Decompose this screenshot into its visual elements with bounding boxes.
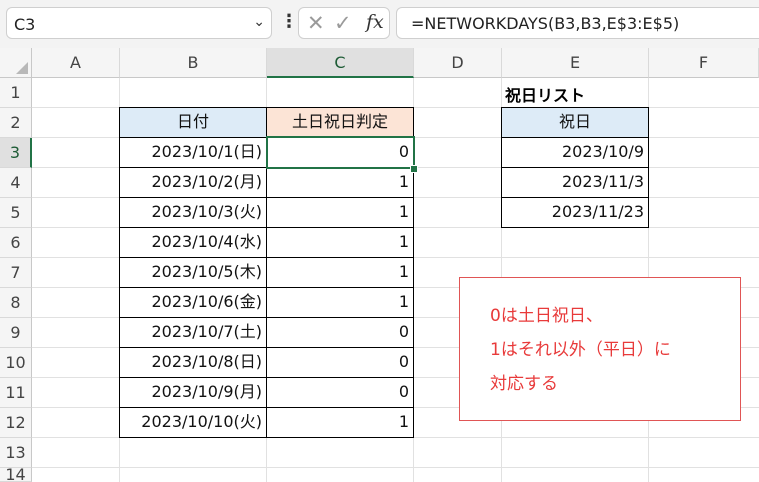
cell-c4[interactable]: 1 [266, 167, 414, 198]
chevron-down-icon[interactable]: ⌄ [253, 14, 265, 30]
cell-c10[interactable]: 0 [266, 347, 414, 378]
column-header-b[interactable]: B [120, 48, 267, 78]
formula-input[interactable]: =NETWORKDAYS(B3,B3,E$3:E$5) [396, 7, 759, 39]
cell-b12[interactable]: 2023/10/10(火) [119, 407, 267, 438]
cell-b9[interactable]: 2023/10/7(土) [119, 317, 267, 348]
cell-c7[interactable]: 1 [266, 257, 414, 288]
callout-line-1: 0は土日祝日、 [490, 306, 603, 326]
gridline [32, 467, 759, 468]
column-header-c[interactable]: C [267, 48, 414, 78]
column-header-f[interactable]: F [649, 48, 759, 78]
row-header-9[interactable]: 9 [0, 318, 32, 348]
formula-bar: C3 ⌄ ⋮ ✕ ✓ fx =NETWORKDAYS(B3,B3,E$3:E$5… [0, 0, 759, 48]
cell-b8[interactable]: 2023/10/6(金) [119, 287, 267, 318]
callout-line-2: 1はそれ以外（平日）に [490, 340, 671, 360]
cell-c6[interactable]: 1 [266, 227, 414, 258]
cell-e4[interactable]: 2023/11/3 [501, 167, 649, 198]
column-header-d[interactable]: D [414, 48, 502, 78]
row-header-1[interactable]: 1 [0, 78, 32, 108]
cell-c12[interactable]: 1 [266, 407, 414, 438]
name-box[interactable]: C3 ⌄ [6, 7, 272, 39]
row-header-11[interactable]: 11 [0, 378, 32, 408]
cell-c2-header-judge[interactable]: 土日祝日判定 [266, 107, 414, 138]
cell-b11[interactable]: 2023/10/9(月) [119, 377, 267, 408]
select-all-button[interactable] [0, 48, 32, 78]
cell-e2-header-holiday[interactable]: 祝日 [501, 107, 649, 138]
cell-b5[interactable]: 2023/10/3(火) [119, 197, 267, 228]
row-header-2[interactable]: 2 [0, 108, 32, 138]
row-header-14[interactable]: 14 [0, 468, 32, 482]
row-header-6[interactable]: 6 [0, 228, 32, 258]
cell-b10[interactable]: 2023/10/8(日) [119, 347, 267, 378]
cell-e5[interactable]: 2023/11/23 [501, 197, 649, 228]
cell-b7[interactable]: 2023/10/5(木) [119, 257, 267, 288]
fill-handle[interactable] [410, 165, 418, 173]
cell-b6[interactable]: 2023/10/4(水) [119, 227, 267, 258]
formula-text: =NETWORKDAYS(B3,B3,E$3:E$5) [411, 14, 680, 33]
cell-e3[interactable]: 2023/10/9 [501, 137, 649, 168]
row-header-10[interactable]: 10 [0, 348, 32, 378]
more-options-icon[interactable]: ⋮ [280, 11, 298, 32]
cell-b4[interactable]: 2023/10/2(月) [119, 167, 267, 198]
cell-c5[interactable]: 1 [266, 197, 414, 228]
insert-function-icon[interactable]: fx [366, 11, 384, 33]
select-all-icon [16, 62, 28, 74]
cell-c9[interactable]: 0 [266, 317, 414, 348]
cell-b3[interactable]: 2023/10/1(日) [119, 137, 267, 168]
row-header-7[interactable]: 7 [0, 258, 32, 288]
spreadsheet-grid: A B C D E F 1 2 3 4 5 6 7 8 9 10 11 12 1… [0, 48, 759, 482]
holiday-list-title: 祝日リスト [505, 86, 586, 105]
cell-c8[interactable]: 1 [266, 287, 414, 318]
name-box-value: C3 [14, 15, 36, 34]
formula-buttons: ✕ ✓ fx [298, 7, 390, 39]
cell-c11[interactable]: 0 [266, 377, 414, 408]
row-header-5[interactable]: 5 [0, 198, 32, 228]
enter-check-icon[interactable]: ✓ [334, 11, 352, 35]
callout-line-3: 対応する [490, 374, 558, 394]
column-header-e[interactable]: E [502, 48, 649, 78]
cell-b2-header-date[interactable]: 日付 [119, 107, 267, 138]
row-header-13[interactable]: 13 [0, 438, 32, 468]
row-header-3[interactable]: 3 [0, 138, 32, 168]
callout-textbox[interactable]: 0は土日祝日、 1はそれ以外（平日）に 対応する [459, 277, 741, 421]
cancel-icon[interactable]: ✕ [307, 11, 325, 35]
row-header-8[interactable]: 8 [0, 288, 32, 318]
column-header-a[interactable]: A [32, 48, 120, 78]
row-header-4[interactable]: 4 [0, 168, 32, 198]
selected-cell-outline [266, 136, 415, 169]
row-header-12[interactable]: 12 [0, 408, 32, 438]
